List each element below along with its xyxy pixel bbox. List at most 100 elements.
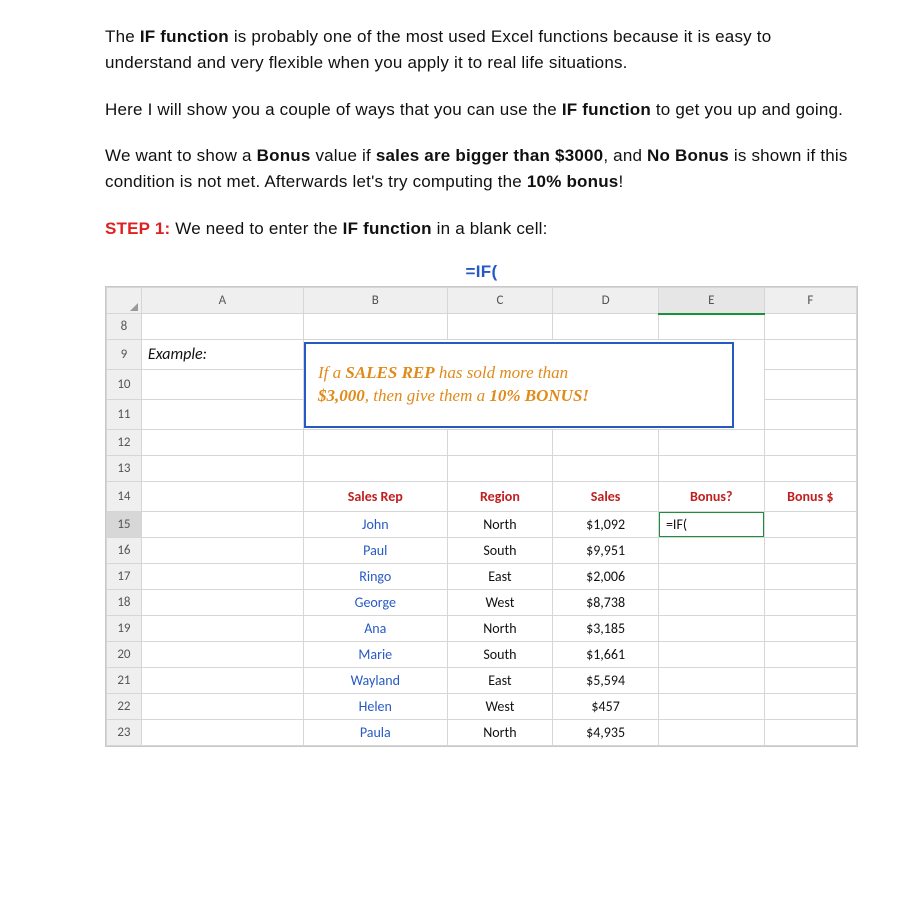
cell-region[interactable]: North bbox=[447, 720, 553, 746]
row-header[interactable]: 10 bbox=[107, 370, 142, 400]
row-header[interactable]: 17 bbox=[107, 564, 142, 590]
row-header[interactable]: 20 bbox=[107, 642, 142, 668]
row-header[interactable]: 8 bbox=[107, 314, 142, 340]
callout-host[interactable]: If a SALES REP has sold more than $3,000… bbox=[303, 340, 764, 430]
cell-region[interactable]: East bbox=[447, 564, 553, 590]
cell[interactable] bbox=[141, 314, 303, 340]
cell[interactable] bbox=[303, 456, 447, 482]
cell[interactable] bbox=[447, 456, 553, 482]
row-9[interactable]: 9 Example: If a SALES REP has sold more … bbox=[107, 340, 857, 370]
cell[interactable] bbox=[764, 430, 856, 456]
cell[interactable] bbox=[764, 694, 856, 720]
cell-rep[interactable]: Wayland bbox=[303, 668, 447, 694]
cell-sales[interactable]: $9,951 bbox=[553, 538, 659, 564]
row-20[interactable]: 20 Marie South $1,661 bbox=[107, 642, 857, 668]
cell[interactable] bbox=[764, 370, 856, 400]
cell[interactable] bbox=[303, 430, 447, 456]
row-header[interactable]: 12 bbox=[107, 430, 142, 456]
row-15[interactable]: 15 John North $1,092 =IF( bbox=[107, 512, 857, 538]
cell[interactable] bbox=[764, 538, 856, 564]
row-header[interactable]: 23 bbox=[107, 720, 142, 746]
cell-region[interactable]: North bbox=[447, 616, 553, 642]
cell[interactable] bbox=[658, 538, 764, 564]
cell[interactable] bbox=[141, 538, 303, 564]
cell-region[interactable]: South bbox=[447, 642, 553, 668]
row-header[interactable]: 19 bbox=[107, 616, 142, 642]
cell-rep[interactable]: John bbox=[303, 512, 447, 538]
row-header[interactable]: 18 bbox=[107, 590, 142, 616]
cell[interactable] bbox=[658, 456, 764, 482]
cell[interactable] bbox=[141, 456, 303, 482]
row-header[interactable]: 16 bbox=[107, 538, 142, 564]
cell[interactable] bbox=[553, 430, 659, 456]
cell-sales[interactable]: $2,006 bbox=[553, 564, 659, 590]
cell[interactable] bbox=[764, 616, 856, 642]
spreadsheet-grid[interactable]: A B C D E F 8 9 Example: If a SALES REP … bbox=[106, 287, 857, 746]
cell[interactable] bbox=[553, 456, 659, 482]
cell[interactable] bbox=[658, 616, 764, 642]
cell[interactable] bbox=[447, 430, 553, 456]
header-sales[interactable]: Sales bbox=[553, 482, 659, 512]
formula-input[interactable]: =IF( bbox=[658, 512, 764, 538]
cell[interactable] bbox=[141, 590, 303, 616]
cell-sales[interactable]: $8,738 bbox=[553, 590, 659, 616]
row-header[interactable]: 22 bbox=[107, 694, 142, 720]
cell-sales[interactable]: $1,092 bbox=[553, 512, 659, 538]
cell-rep[interactable]: Helen bbox=[303, 694, 447, 720]
column-header-E[interactable]: E bbox=[658, 288, 764, 314]
cell[interactable] bbox=[764, 512, 856, 538]
row-14-headers[interactable]: 14 Sales Rep Region Sales Bonus? Bonus $ bbox=[107, 482, 857, 512]
column-header-B[interactable]: B bbox=[303, 288, 447, 314]
cell-region[interactable]: West bbox=[447, 694, 553, 720]
cell[interactable] bbox=[141, 430, 303, 456]
cell[interactable] bbox=[764, 668, 856, 694]
column-header-C[interactable]: C bbox=[447, 288, 553, 314]
cell-sales[interactable]: $1,661 bbox=[553, 642, 659, 668]
cell[interactable] bbox=[658, 430, 764, 456]
example-label[interactable]: Example: bbox=[141, 340, 303, 370]
header-bonus-q[interactable]: Bonus? bbox=[658, 482, 764, 512]
cell[interactable] bbox=[764, 564, 856, 590]
column-header-F[interactable]: F bbox=[764, 288, 856, 314]
cell-sales[interactable]: $457 bbox=[553, 694, 659, 720]
cell[interactable] bbox=[658, 694, 764, 720]
row-21[interactable]: 21 Wayland East $5,594 bbox=[107, 668, 857, 694]
cell[interactable] bbox=[764, 720, 856, 746]
cell-region[interactable]: West bbox=[447, 590, 553, 616]
cell[interactable] bbox=[141, 370, 303, 400]
cell[interactable] bbox=[764, 340, 856, 370]
cell-sales[interactable]: $4,935 bbox=[553, 720, 659, 746]
cell[interactable] bbox=[141, 482, 303, 512]
cell[interactable] bbox=[447, 314, 553, 340]
cell-rep[interactable]: Paul bbox=[303, 538, 447, 564]
row-23[interactable]: 23 Paula North $4,935 bbox=[107, 720, 857, 746]
cell[interactable] bbox=[764, 400, 856, 430]
row-12[interactable]: 12 bbox=[107, 430, 857, 456]
row-19[interactable]: 19 Ana North $3,185 bbox=[107, 616, 857, 642]
cell[interactable] bbox=[658, 668, 764, 694]
select-all-corner[interactable] bbox=[107, 288, 142, 314]
row-18[interactable]: 18 George West $8,738 bbox=[107, 590, 857, 616]
row-header[interactable]: 13 bbox=[107, 456, 142, 482]
cell[interactable] bbox=[764, 456, 856, 482]
cell-sales[interactable]: $5,594 bbox=[553, 668, 659, 694]
cell-region[interactable]: North bbox=[447, 512, 553, 538]
cell[interactable] bbox=[764, 314, 856, 340]
column-header-A[interactable]: A bbox=[141, 288, 303, 314]
cell[interactable] bbox=[764, 590, 856, 616]
cell[interactable] bbox=[141, 512, 303, 538]
header-bonus-d[interactable]: Bonus $ bbox=[764, 482, 856, 512]
cell-region[interactable]: East bbox=[447, 668, 553, 694]
cell[interactable] bbox=[303, 314, 447, 340]
row-16[interactable]: 16 Paul South $9,951 bbox=[107, 538, 857, 564]
row-header[interactable]: 14 bbox=[107, 482, 142, 512]
cell-sales[interactable]: $3,185 bbox=[553, 616, 659, 642]
cell[interactable] bbox=[141, 694, 303, 720]
row-header[interactable]: 21 bbox=[107, 668, 142, 694]
cell[interactable] bbox=[658, 720, 764, 746]
cell[interactable] bbox=[553, 314, 659, 340]
row-8[interactable]: 8 bbox=[107, 314, 857, 340]
row-header[interactable]: 11 bbox=[107, 400, 142, 430]
header-sales-rep[interactable]: Sales Rep bbox=[303, 482, 447, 512]
cell[interactable] bbox=[658, 314, 764, 340]
